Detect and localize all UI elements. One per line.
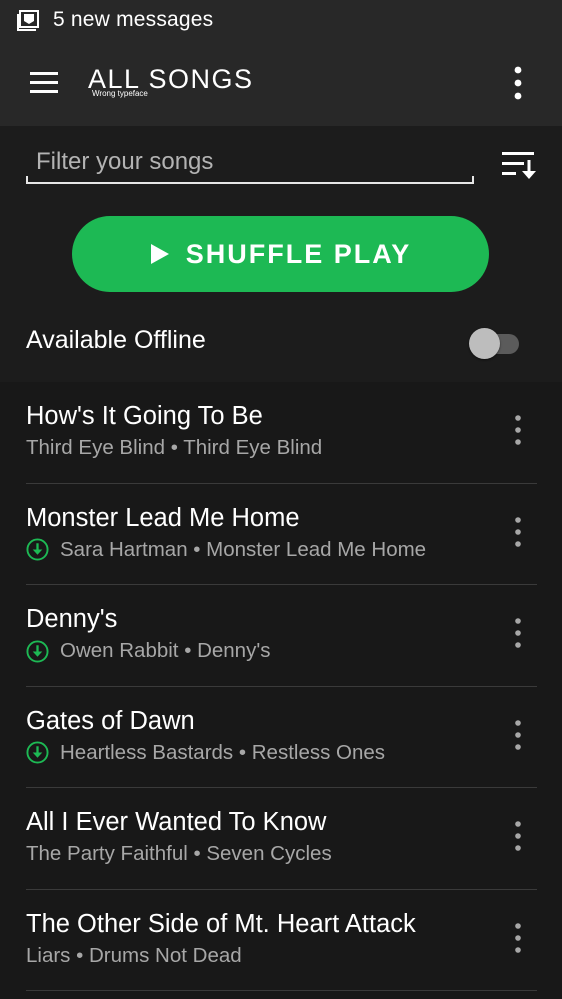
mail-icon (17, 10, 39, 31)
song-row[interactable]: How's It Going To Be Third Eye Blind • T… (0, 382, 562, 484)
divider (26, 990, 537, 991)
song-row[interactable]: Denny's Owen Rabbit • Denny's (0, 585, 562, 687)
song-more-icon[interactable] (508, 920, 528, 956)
app-screen: 5 new messages ALL SONGS Wrong typeface (0, 0, 562, 999)
app-toolbar: ALL SONGS Wrong typeface (0, 40, 562, 126)
filter-bar (0, 126, 562, 198)
song-meta: Third Eye Blind • Third Eye Blind (26, 436, 322, 460)
song-row[interactable]: Monster Lead Me Home Sara Hartman • Mons… (0, 484, 562, 585)
available-offline-label: Available Offline (26, 326, 206, 354)
shuffle-play-button[interactable]: SHUFFLE PLAY (72, 216, 489, 292)
song-title: How's It Going To Be (26, 402, 263, 430)
song-more-icon[interactable] (508, 818, 528, 854)
song-artist-album: Third Eye Blind • Third Eye Blind (26, 436, 323, 459)
song-artist-album: The Party Faithful • Seven Cycles (26, 842, 332, 865)
song-meta: The Party Faithful • Seven Cycles (26, 842, 332, 866)
song-artist-album: Owen Rabbit • Denny's (60, 639, 271, 662)
song-more-icon[interactable] (508, 412, 528, 448)
song-list: How's It Going To Be Third Eye Blind • T… (0, 382, 562, 991)
page-title-group: ALL SONGS Wrong typeface (88, 64, 254, 98)
song-more-icon[interactable] (508, 717, 528, 753)
shuffle-play-label: SHUFFLE PLAY (185, 238, 412, 269)
song-row[interactable]: Gates of Dawn Heartless Bastards • Restl… (0, 687, 562, 788)
hamburger-menu-icon[interactable] (24, 68, 64, 98)
song-title: Denny's (26, 605, 118, 633)
song-meta: Sara Hartman • Monster Lead Me Home (26, 538, 426, 562)
status-bar: 5 new messages (0, 0, 562, 40)
song-artist-album: Heartless Bastards • Restless Ones (60, 740, 386, 764)
song-meta: Heartless Bastards • Restless Ones (26, 741, 385, 765)
song-artist-album: Liars • Drums Not Dead (26, 943, 242, 967)
song-more-icon[interactable] (508, 514, 528, 550)
song-title: The Other Side of Mt. Heart Attack (26, 909, 416, 938)
title-annotation: Wrong typeface (92, 89, 148, 98)
downloaded-icon (26, 538, 49, 561)
shuffle-section: SHUFFLE PLAY Available Offline (0, 198, 562, 382)
song-meta: Liars • Drums Not Dead (26, 944, 242, 968)
song-meta: Owen Rabbit • Denny's (26, 639, 271, 663)
play-icon (150, 244, 169, 264)
more-vertical-icon[interactable] (506, 64, 530, 104)
song-title: All I Ever Wanted To Know (26, 808, 327, 836)
filter-field (26, 140, 474, 184)
song-artist-album: Sara Hartman • Monster Lead Me Home (60, 537, 427, 561)
song-more-icon[interactable] (508, 615, 528, 651)
toggle-thumb (469, 328, 500, 359)
downloaded-icon (26, 741, 49, 764)
notification-text: 5 new messages (53, 8, 214, 31)
song-title: Monster Lead Me Home (26, 503, 300, 532)
downloaded-icon (26, 639, 49, 663)
sort-icon[interactable] (500, 148, 538, 182)
filter-input[interactable] (26, 140, 474, 184)
song-row[interactable]: The Other Side of Mt. Heart Attack Liars… (0, 890, 562, 991)
available-offline-toggle[interactable] (469, 326, 521, 359)
song-title: Gates of Dawn (26, 706, 195, 735)
song-row[interactable]: All I Ever Wanted To Know The Party Fait… (0, 788, 562, 890)
